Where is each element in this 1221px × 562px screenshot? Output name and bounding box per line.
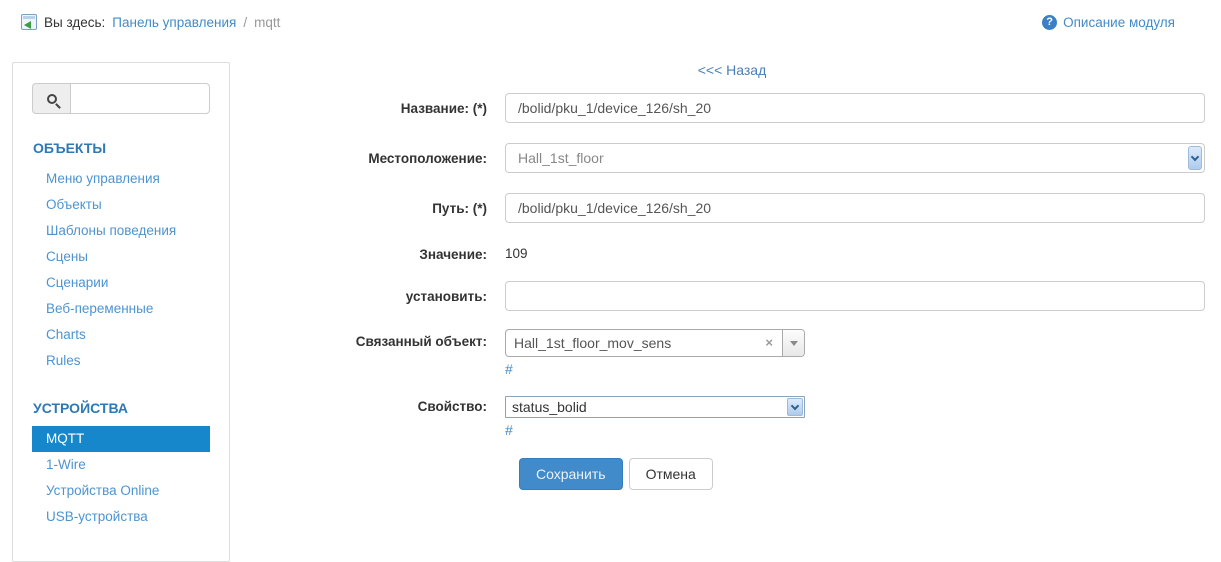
sidebar-item-objects[interactable]: Объекты bbox=[32, 192, 210, 218]
set-input[interactable] bbox=[505, 281, 1205, 311]
breadcrumb-control-panel-link[interactable]: Панель управления bbox=[112, 15, 236, 30]
property-select[interactable]: status_bolid bbox=[505, 396, 805, 418]
linked-object-label: Связанный объект: bbox=[355, 334, 487, 349]
row-set: установить: bbox=[315, 281, 1205, 311]
path-input[interactable] bbox=[505, 193, 1205, 223]
breadcrumb: Вы здесь: Панель управления / mqtt bbox=[21, 14, 280, 30]
back-link[interactable]: <<< Назад bbox=[698, 62, 767, 78]
buttons-spacer bbox=[315, 458, 487, 466]
name-label: Название: (*) bbox=[400, 101, 487, 116]
search-button[interactable] bbox=[32, 83, 70, 114]
row-location: Местоположение: Hall_1st_floor bbox=[315, 143, 1205, 173]
cancel-button[interactable]: Отмена bbox=[628, 458, 713, 490]
sidebar-search bbox=[32, 83, 210, 114]
property-label: Свойство: bbox=[417, 399, 487, 414]
row-value: Значение: 109 bbox=[315, 242, 1205, 262]
property-hash-link[interactable]: # bbox=[505, 422, 513, 438]
row-linked-object: Связанный объект: Hall_1st_floor_mov_sen… bbox=[315, 329, 1205, 379]
search-input[interactable] bbox=[70, 83, 210, 114]
sidebar-item-usb-devices[interactable]: USB-устройства bbox=[32, 504, 210, 530]
row-name: Название: (*) bbox=[315, 93, 1205, 123]
breadcrumb-current-module: mqtt bbox=[254, 14, 281, 30]
module-help-link[interactable]: Описание модуля bbox=[1063, 15, 1175, 30]
sidebar-item-1wire[interactable]: 1-Wire bbox=[32, 452, 210, 478]
row-property: Свойство: status_bolid # bbox=[315, 396, 1205, 440]
sidebar-item-devices-online[interactable]: Устройства Online bbox=[32, 478, 210, 504]
linked-object-combobox[interactable]: Hall_1st_floor_mov_sens × bbox=[505, 329, 805, 357]
path-label: Путь: (*) bbox=[432, 201, 487, 216]
sidebar: ОБЪЕКТЫ Меню управления Объекты Шаблоны … bbox=[12, 62, 230, 562]
location-selected-value: Hall_1st_floor bbox=[518, 150, 604, 166]
sidebar-item-charts[interactable]: Charts bbox=[32, 322, 210, 348]
linked-object-hash-link[interactable]: # bbox=[505, 361, 513, 377]
property-selected-value: status_bolid bbox=[512, 399, 587, 415]
location-label: Местоположение: bbox=[368, 151, 487, 166]
name-input[interactable] bbox=[505, 93, 1205, 123]
sidebar-item-control-menu[interactable]: Меню управления bbox=[32, 166, 210, 192]
sidebar-item-scenes[interactable]: Сцены bbox=[32, 244, 210, 270]
question-icon: ? bbox=[1042, 15, 1058, 30]
location-select[interactable]: Hall_1st_floor bbox=[505, 143, 1205, 173]
sidebar-item-web-variables[interactable]: Веб-переменные bbox=[32, 296, 210, 322]
sidebar-item-mqtt[interactable]: MQTT bbox=[32, 426, 210, 452]
save-button[interactable]: Сохранить bbox=[519, 458, 623, 490]
value-label: Значение: bbox=[419, 247, 487, 262]
sidebar-item-behavior-templates[interactable]: Шаблоны поведения bbox=[32, 218, 210, 244]
sidebar-item-rules[interactable]: Rules bbox=[32, 348, 210, 374]
module-help[interactable]: ? Описание модуля bbox=[1042, 15, 1175, 30]
linked-object-dropdown-button[interactable] bbox=[782, 330, 804, 356]
linked-object-value: Hall_1st_floor_mov_sens bbox=[514, 335, 672, 351]
sidebar-section-objects: ОБЪЕКТЫ bbox=[33, 140, 107, 156]
breadcrumb-you-are-here: Вы здесь: bbox=[44, 14, 106, 30]
mqtt-edit-form: <<< Назад Название: (*) Местоположение: … bbox=[315, 62, 1205, 510]
search-icon bbox=[46, 93, 57, 104]
sidebar-section-devices: УСТРОЙСТВА bbox=[33, 400, 128, 416]
sidebar-list-objects: Меню управления Объекты Шаблоны поведени… bbox=[13, 166, 229, 374]
set-label: установить: bbox=[405, 289, 487, 304]
triangle-down-icon bbox=[789, 340, 798, 346]
row-path: Путь: (*) bbox=[315, 193, 1205, 223]
back-row: <<< Назад bbox=[315, 62, 1205, 80]
row-buttons: Сохранить Отмена bbox=[315, 458, 1205, 490]
property-dropdown-arrow-icon[interactable] bbox=[787, 398, 803, 416]
application-icon bbox=[21, 14, 37, 30]
sidebar-item-scenarios[interactable]: Сценарии bbox=[32, 270, 210, 296]
current-value-text: 109 bbox=[505, 246, 528, 261]
sidebar-list-devices: MQTT 1-Wire Устройства Online USB-устрой… bbox=[13, 426, 229, 530]
breadcrumb-separator: / bbox=[243, 14, 248, 30]
clear-icon[interactable]: × bbox=[756, 330, 782, 356]
location-dropdown-arrow-icon[interactable] bbox=[1188, 146, 1202, 170]
